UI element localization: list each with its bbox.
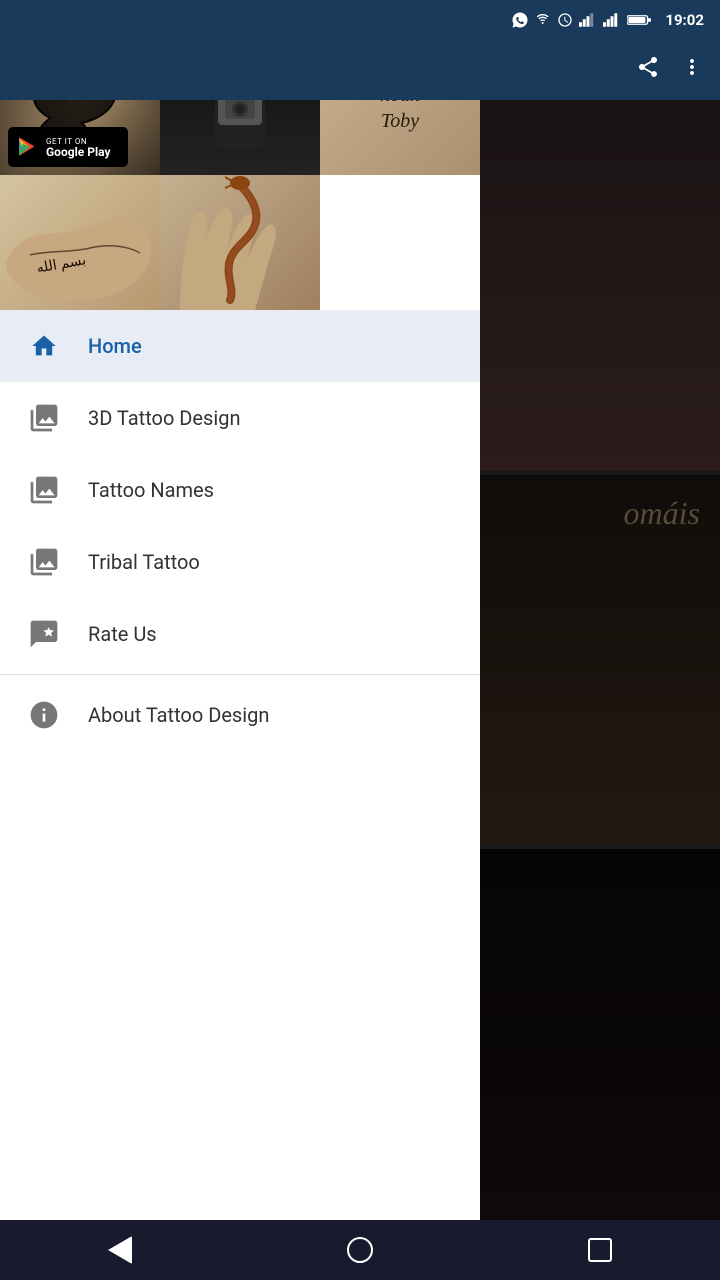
drawer-overlay: GET IT ON Google Play [0, 40, 720, 1280]
whatsapp-icon [511, 11, 529, 29]
battery-icon [627, 13, 651, 27]
arm-tattoo-image: بسم الله [0, 175, 160, 310]
home-circle-icon [347, 1237, 373, 1263]
about-nav-icon [24, 695, 64, 735]
signal-bars-2-icon [603, 12, 621, 28]
home-nav-icon [24, 326, 64, 366]
nav-item-tribal-tattoo[interactable]: Tribal Tattoo [0, 526, 480, 598]
tribal-tattoo-nav-icon [24, 542, 64, 582]
bottom-nav [0, 1220, 720, 1280]
recents-square-icon [588, 1238, 612, 1262]
status-bar: 19:02 [0, 0, 720, 40]
header-image-5 [160, 175, 320, 310]
status-icons: 19:02 [511, 11, 704, 29]
tattoo-names-nav-label: Tattoo Names [88, 478, 214, 502]
signal-bars-1-icon [579, 12, 597, 28]
nav-item-rate-us[interactable]: Rate Us [0, 598, 480, 670]
status-time: 19:02 [665, 11, 704, 29]
nav-item-about[interactable]: About Tattoo Design [0, 679, 480, 751]
tattoo-names-nav-icon [24, 470, 64, 510]
snake-tattoo-image [160, 175, 320, 310]
navigation-drawer: GET IT ON Google Play [0, 40, 480, 1280]
nav-items-list: Home 3D Tattoo Design Tattoo Names [0, 310, 480, 1280]
back-icon [108, 1236, 132, 1264]
signal-icon [535, 12, 551, 28]
nav-item-3d-tattoo[interactable]: 3D Tattoo Design [0, 382, 480, 454]
nav-divider [0, 674, 480, 675]
google-play-logo [16, 135, 40, 159]
back-button[interactable] [90, 1220, 150, 1280]
clock-icon [557, 12, 573, 28]
more-options-button[interactable] [680, 55, 704, 85]
about-nav-label: About Tattoo Design [88, 703, 269, 727]
rate-us-nav-label: Rate Us [88, 622, 157, 646]
recents-button[interactable] [570, 1220, 630, 1280]
play-text: GET IT ON Google Play [46, 137, 111, 158]
drawer-scrim[interactable] [480, 40, 720, 1280]
google-play-text: Google Play [46, 146, 111, 158]
nav-item-tattoo-names[interactable]: Tattoo Names [0, 454, 480, 526]
nav-item-home[interactable]: Home [0, 310, 480, 382]
header-image-4: بسم الله [0, 175, 160, 310]
home-nav-label: Home [88, 334, 142, 358]
tribal-tattoo-nav-label: Tribal Tattoo [88, 550, 200, 574]
home-button[interactable] [330, 1220, 390, 1280]
3d-tattoo-nav-label: 3D Tattoo Design [88, 406, 241, 430]
google-play-badge[interactable]: GET IT ON Google Play [8, 127, 128, 167]
app-bar [0, 40, 720, 100]
3d-tattoo-nav-icon [24, 398, 64, 438]
rate-us-nav-icon [24, 614, 64, 654]
share-button[interactable] [636, 55, 660, 85]
